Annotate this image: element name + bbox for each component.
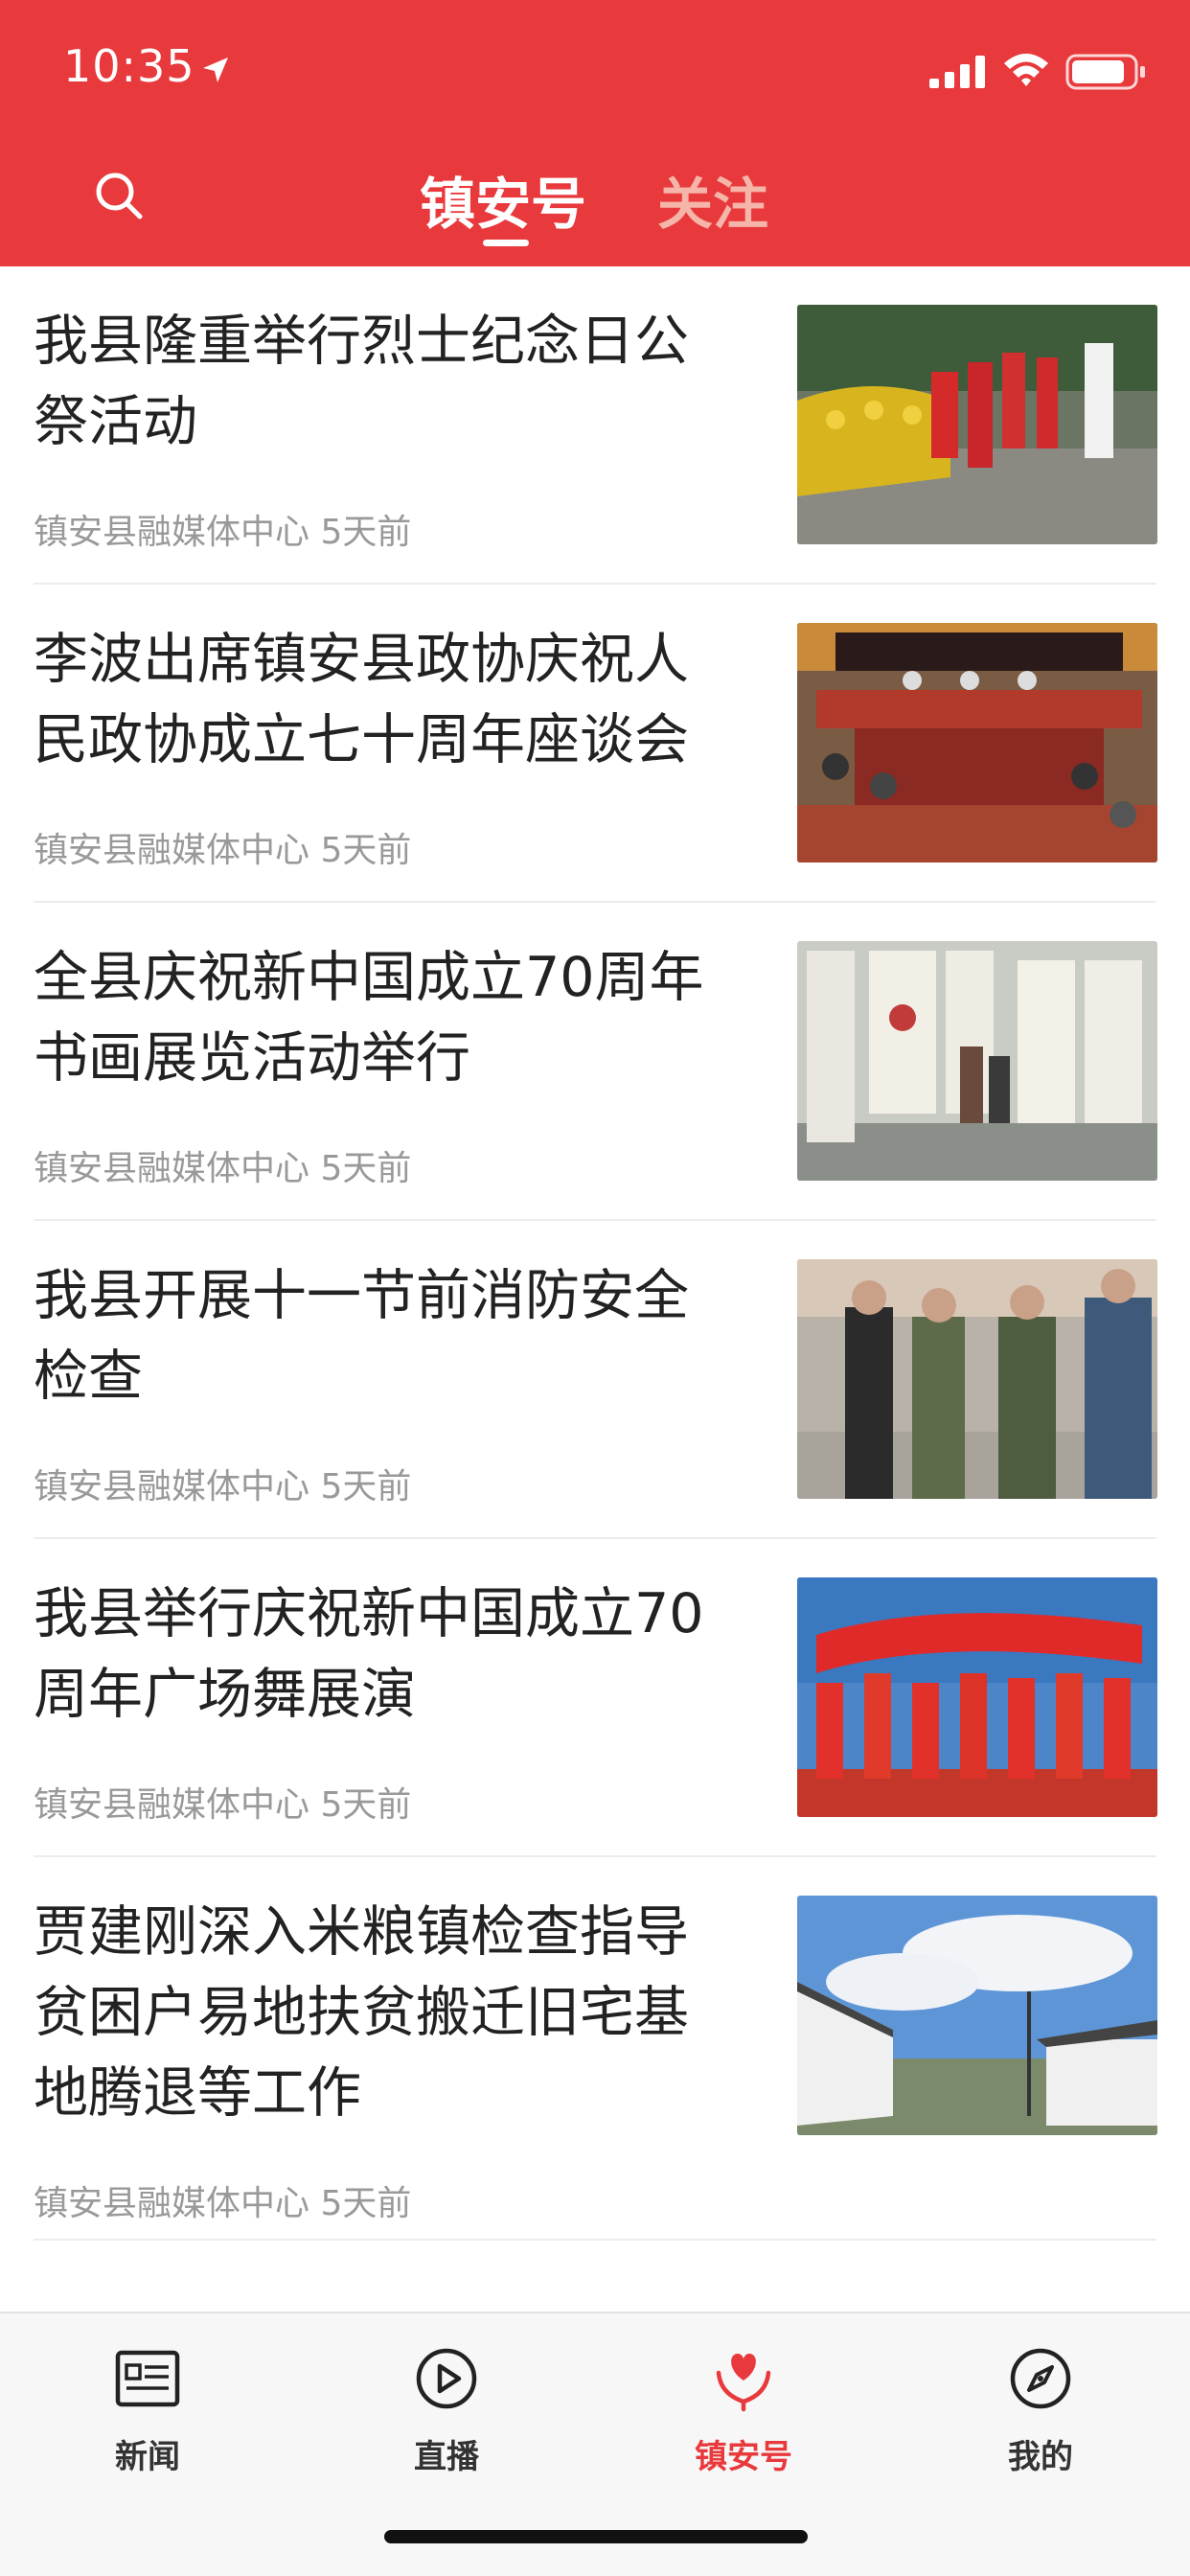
top-header: 10:35 镇安号 关注: [0, 0, 1190, 266]
article-source: 镇安县融媒体中心: [34, 513, 310, 552]
article-time: 5天前: [320, 831, 412, 870]
article-meta: 镇安县融媒体中心 5天前: [34, 1140, 411, 1190]
article-item[interactable]: 我县开展十一节前消防安全检查 镇安县融媒体中心 5天前: [0, 1221, 1190, 1537]
play-icon: [416, 2348, 477, 2409]
article-meta: 镇安县融媒体中心 5天前: [34, 1459, 411, 1508]
tabbar-item-live[interactable]: 直播: [351, 2344, 542, 2477]
memorial-ceremony-photo: [797, 305, 1157, 544]
article-item[interactable]: 我县举行庆祝新中国成立70周年广场舞展演 镇安县融媒体中心 5天前: [0, 1539, 1190, 1855]
article-time: 5天前: [320, 513, 412, 552]
newspaper-icon: [115, 2350, 180, 2407]
heart-hands-icon: [716, 2354, 771, 2412]
location-arrow-icon: [203, 58, 228, 82]
article-source: 镇安县融媒体中心: [34, 1467, 310, 1506]
article-item[interactable]: 我县隆重举行烈士纪念日公祭活动 镇安县融媒体中心 5天前: [0, 266, 1190, 583]
calligraphy-exhibition-photo: [797, 941, 1157, 1181]
tab-zhenanhao[interactable]: 镇安号: [420, 159, 586, 240]
status-time: 10:35: [63, 40, 195, 92]
article-title: 我县举行庆祝新中国成立70周年广场舞展演: [34, 1582, 704, 1726]
square-dance-photo: [797, 1577, 1157, 1817]
article-meta: 镇安县融媒体中心 5天前: [34, 504, 411, 554]
article-source: 镇安县融媒体中心: [34, 1785, 310, 1825]
tabbar-label: 直播: [414, 2438, 479, 2476]
article-title: 我县隆重举行烈士纪念日公祭活动: [34, 310, 689, 453]
home-indicator: [384, 2530, 808, 2543]
tabbar-item-mine[interactable]: 我的: [945, 2344, 1136, 2477]
article-meta: 镇安县融媒体中心 5天前: [34, 822, 411, 872]
fire-safety-inspection-photo: [797, 1259, 1157, 1499]
article-time: 5天前: [320, 1467, 412, 1506]
search-icon[interactable]: [92, 169, 146, 222]
article-meta: 镇安县融媒体中心 5天前: [34, 1777, 411, 1827]
article-time: 5天前: [320, 1149, 412, 1188]
tabbar-label: 镇安号: [695, 2438, 792, 2476]
active-tab-indicator: [483, 240, 529, 246]
article-item[interactable]: 李波出席镇安县政协庆祝人民政协成立七十周年座谈会 镇安县融媒体中心 5天前: [0, 585, 1190, 901]
wifi-icon: [1004, 54, 1048, 86]
article-meta: 镇安县融媒体中心 5天前: [34, 2175, 411, 2225]
article-title: 全县庆祝新中国成立70周年书画展览活动举行: [34, 946, 704, 1090]
battery-icon: [1065, 54, 1145, 90]
tab-follow[interactable]: 关注: [657, 159, 768, 240]
article-time: 5天前: [320, 2184, 412, 2223]
article-time: 5天前: [320, 1785, 412, 1825]
article-item[interactable]: 全县庆祝新中国成立70周年书画展览活动举行 镇安县融媒体中心 5天前: [0, 903, 1190, 1219]
tabbar-label: 我的: [1008, 2438, 1073, 2476]
cellular-signal-icon: [929, 56, 985, 88]
article-source: 镇安县融媒体中心: [34, 831, 310, 870]
tabbar-item-zhenanhao[interactable]: 镇安号: [648, 2344, 839, 2477]
article-source: 镇安县融媒体中心: [34, 2184, 310, 2223]
conference-meeting-photo: [797, 623, 1157, 862]
village-houses-photo: [797, 1896, 1157, 2135]
article-item[interactable]: 贾建刚深入米粮镇检查指导贫困户易地扶贫搬迁旧宅基地腾退等工作 镇安县融媒体中心 …: [0, 1857, 1190, 2254]
divider: [34, 2239, 1156, 2241]
article-title: 我县开展十一节前消防安全检查: [34, 1264, 689, 1408]
compass-icon: [1010, 2348, 1071, 2409]
article-source: 镇安县融媒体中心: [34, 1149, 310, 1188]
article-title: 李波出席镇安县政协庆祝人民政协成立七十周年座谈会: [34, 628, 689, 771]
tabbar-item-news[interactable]: 新闻: [52, 2344, 243, 2477]
tabbar-label: 新闻: [115, 2438, 180, 2476]
article-title: 贾建刚深入米粮镇检查指导贫困户易地扶贫搬迁旧宅基地腾退等工作: [34, 1900, 689, 2125]
